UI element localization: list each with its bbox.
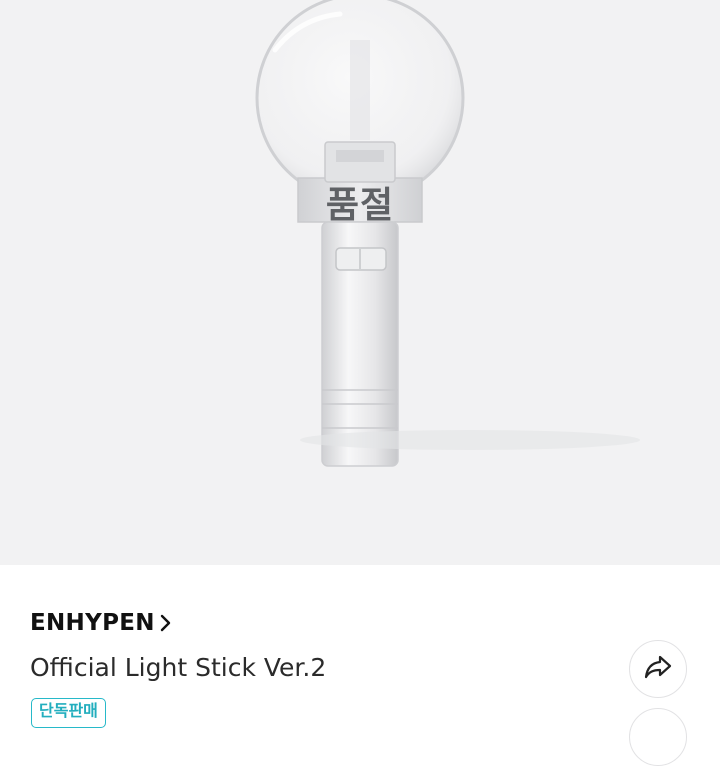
light-stick-image xyxy=(255,0,640,467)
secondary-action-button[interactable] xyxy=(629,708,687,766)
share-button[interactable] xyxy=(629,640,687,698)
brand-name: ENHYPEN xyxy=(30,610,155,636)
brand-link[interactable]: ENHYPEN xyxy=(30,606,171,640)
chevron-right-icon xyxy=(159,614,171,632)
product-info-panel xyxy=(0,565,720,720)
sold-out-label: 품절 xyxy=(325,185,395,226)
share-arrow-icon xyxy=(643,654,673,684)
product-image[interactable]: 품절 xyxy=(0,0,720,565)
product-title: Official Light Stick Ver.2 xyxy=(30,653,327,682)
exclusive-badge: 단독판매 xyxy=(31,698,106,728)
